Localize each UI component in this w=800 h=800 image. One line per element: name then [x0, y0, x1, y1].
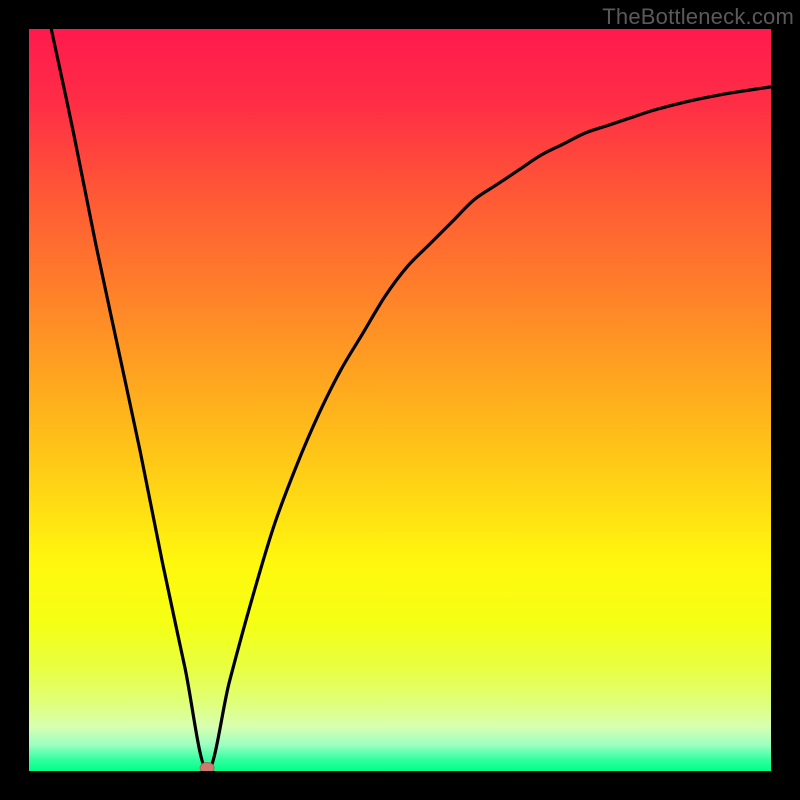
optimum-marker — [200, 763, 214, 772]
chart-background — [29, 29, 771, 771]
chart-frame — [29, 29, 771, 771]
chart-svg — [29, 29, 771, 771]
watermark-text: TheBottleneck.com — [602, 4, 794, 30]
